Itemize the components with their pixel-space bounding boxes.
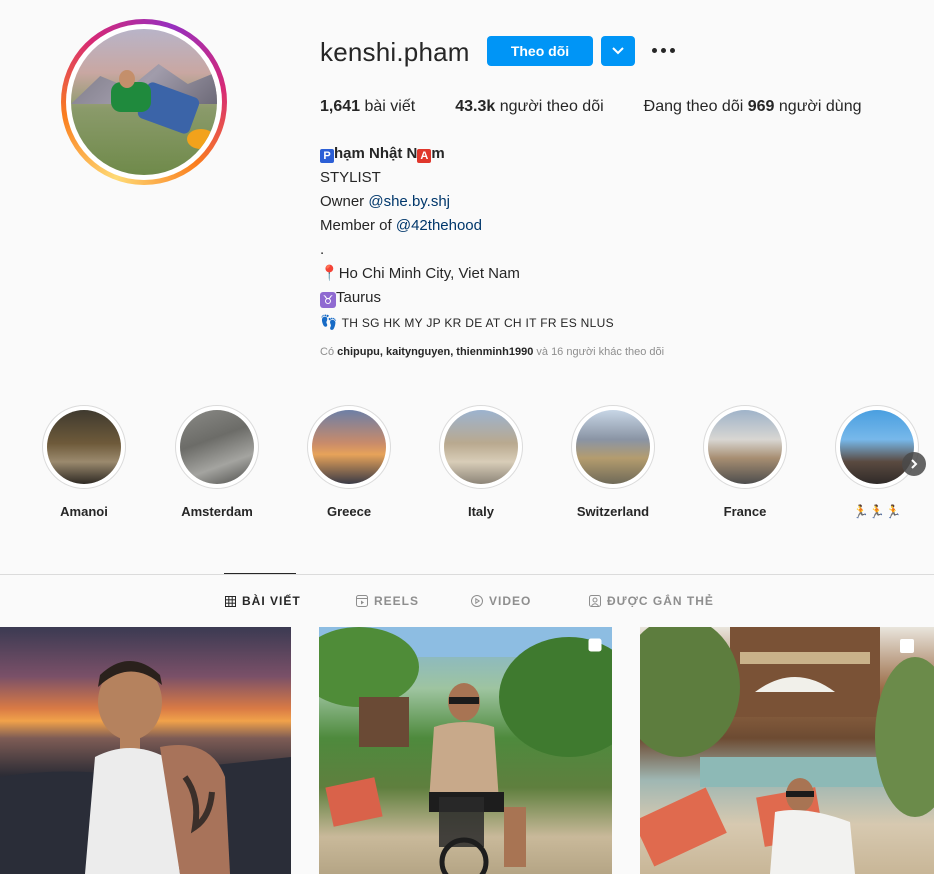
more-dot-icon: [670, 48, 675, 53]
suggested-dropdown-button[interactable]: [601, 36, 635, 66]
tab-video[interactable]: VIDEO: [471, 594, 531, 608]
post-thumbnail[interactable]: [640, 627, 934, 874]
highlight-greece[interactable]: Greece: [299, 405, 399, 519]
play-icon: [471, 595, 483, 607]
profile-stats: 1,641 bài viết 43.3k người theo dõi Đang…: [320, 98, 901, 116]
owner-handle-link[interactable]: @she.by.shj: [368, 193, 450, 210]
avatar-border: [66, 24, 222, 180]
tab-tagged[interactable]: ĐƯỢC GẮN THẺ: [589, 594, 714, 608]
profile-full-name: Phạm Nhật NAm: [320, 142, 614, 166]
chevron-down-icon: [612, 47, 624, 55]
bio-line-owner: Owner @she.by.shj: [320, 193, 451, 210]
letter-a-emoji: A: [417, 149, 432, 163]
footprints-icon: 👣: [320, 314, 338, 330]
tab-reels[interactable]: REELS: [356, 594, 419, 608]
tab-posts[interactable]: BÀI VIẾT: [225, 594, 301, 608]
following-stat[interactable]: Đang theo dõi 969 người dùng: [644, 98, 862, 116]
story-highlights: Amanoi Amsterdam Greece Italy Switzerlan…: [0, 405, 934, 525]
followers-stat[interactable]: 43.3k người theo dõi: [455, 98, 603, 116]
highlight-switzerland[interactable]: Switzerland: [563, 405, 663, 519]
post-image: [319, 627, 612, 874]
tabs-divider: [0, 574, 934, 575]
more-options-button[interactable]: [650, 38, 678, 62]
bio-line-stylist: STYLIST: [320, 169, 381, 186]
more-dot-icon: [652, 48, 657, 53]
reels-icon: [356, 595, 368, 607]
profile-tabs: BÀI VIẾT REELS VIDEO ĐƯỢC GẮN THẺ: [0, 594, 934, 614]
bio-line-countries: 👣 TH SG HK MY JP KR DE AT CH IT FR ES NL…: [320, 314, 614, 330]
post-thumbnail[interactable]: [0, 627, 291, 874]
avatar-photo: [71, 29, 217, 175]
highlights-next-button[interactable]: [902, 452, 926, 476]
active-tab-indicator: [224, 573, 296, 574]
profile-avatar[interactable]: [61, 19, 227, 185]
posts-stat: 1,641 bài viết: [320, 98, 416, 115]
followed-by-text[interactable]: Có chipupu, kaitynguyen, thienminh1990 v…: [320, 346, 664, 358]
profile-bio: Phạm Nhật NAm STYLIST Owner @she.by.shj …: [320, 142, 614, 335]
profile-username: kenshi.pham: [320, 37, 470, 67]
bio-line-member: Member of @42thehood: [320, 217, 482, 234]
follow-button[interactable]: Theo dõi: [487, 36, 593, 66]
post-image: [640, 627, 934, 874]
more-dot-icon: [661, 48, 666, 53]
bio-line-zodiac: ♉ Taurus: [320, 286, 614, 310]
highlight-france[interactable]: France: [695, 405, 795, 519]
taurus-icon: ♉: [320, 292, 336, 308]
highlight-amanoi[interactable]: Amanoi: [34, 405, 134, 519]
grid-icon: [225, 595, 236, 607]
post-thumbnail[interactable]: [319, 627, 612, 874]
post-image: [0, 661, 291, 874]
letter-p-emoji: P: [320, 149, 334, 163]
member-handle-link[interactable]: @42thehood: [396, 217, 482, 234]
pin-icon: 📍: [320, 265, 339, 282]
chevron-right-icon: [911, 459, 918, 469]
bio-line-dot: .: [320, 241, 325, 258]
highlight-italy[interactable]: Italy: [431, 405, 531, 519]
tagged-icon: [589, 595, 601, 607]
highlight-amsterdam[interactable]: Amsterdam: [167, 405, 267, 519]
bio-line-location: 📍Ho Chi Minh City, Viet Nam: [320, 265, 520, 282]
